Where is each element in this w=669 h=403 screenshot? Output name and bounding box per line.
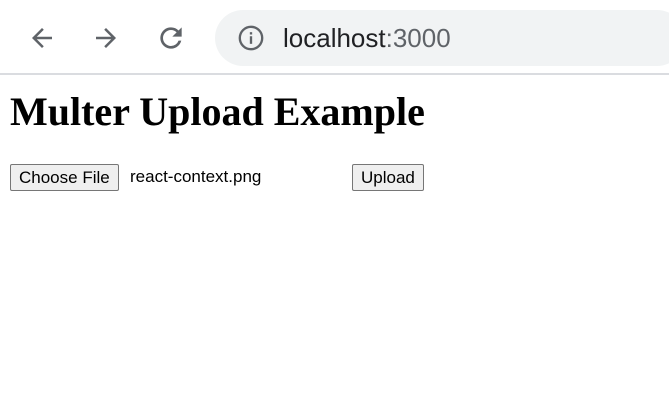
address-bar[interactable]: localhost:3000 xyxy=(215,10,669,66)
reload-button[interactable] xyxy=(151,18,191,58)
selected-file-name: react-context.png xyxy=(130,167,262,186)
info-circle-icon[interactable] xyxy=(237,24,265,52)
reload-icon xyxy=(160,27,182,49)
url-text[interactable]: localhost:3000 xyxy=(283,21,451,55)
page-title: Multer Upload Example xyxy=(10,89,425,134)
url-host: localhost xyxy=(283,23,386,53)
arrow-right-icon xyxy=(96,28,116,48)
browser-toolbar: localhost:3000 xyxy=(0,0,669,75)
forward-button[interactable] xyxy=(86,18,126,58)
url-port: :3000 xyxy=(385,23,451,53)
page-content: Multer Upload Example Choose File react-… xyxy=(0,75,669,403)
back-button[interactable] xyxy=(22,18,62,58)
upload-button[interactable]: Upload xyxy=(352,164,424,191)
arrow-left-icon xyxy=(32,28,52,48)
choose-file-button[interactable]: Choose File xyxy=(10,164,119,191)
